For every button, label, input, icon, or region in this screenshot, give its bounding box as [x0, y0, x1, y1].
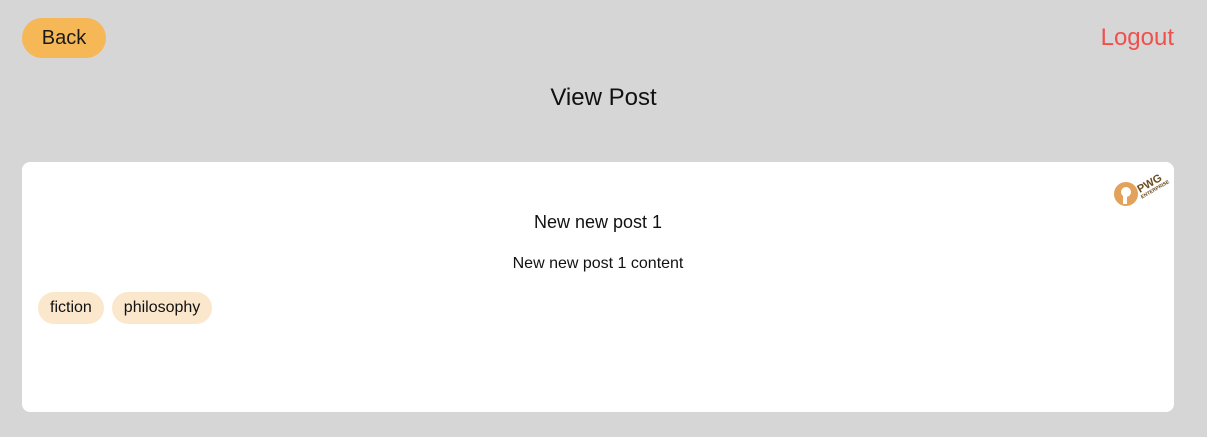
pwg-enterprise-logo-icon: PWG ENTERPRISE — [1114, 172, 1171, 206]
back-button[interactable]: Back — [22, 18, 106, 58]
post-card: PWG ENTERPRISE New new post 1 New new po… — [22, 162, 1174, 412]
logout-link[interactable]: Logout — [1101, 24, 1174, 52]
post-content: New new post 1 content — [512, 255, 684, 272]
tag-list: fiction philosophy — [38, 292, 213, 324]
tag[interactable]: fiction — [38, 292, 104, 324]
post-title: New new post 1 — [533, 212, 663, 232]
tag[interactable]: philosophy — [111, 292, 213, 324]
page-title: View Post — [550, 84, 657, 111]
